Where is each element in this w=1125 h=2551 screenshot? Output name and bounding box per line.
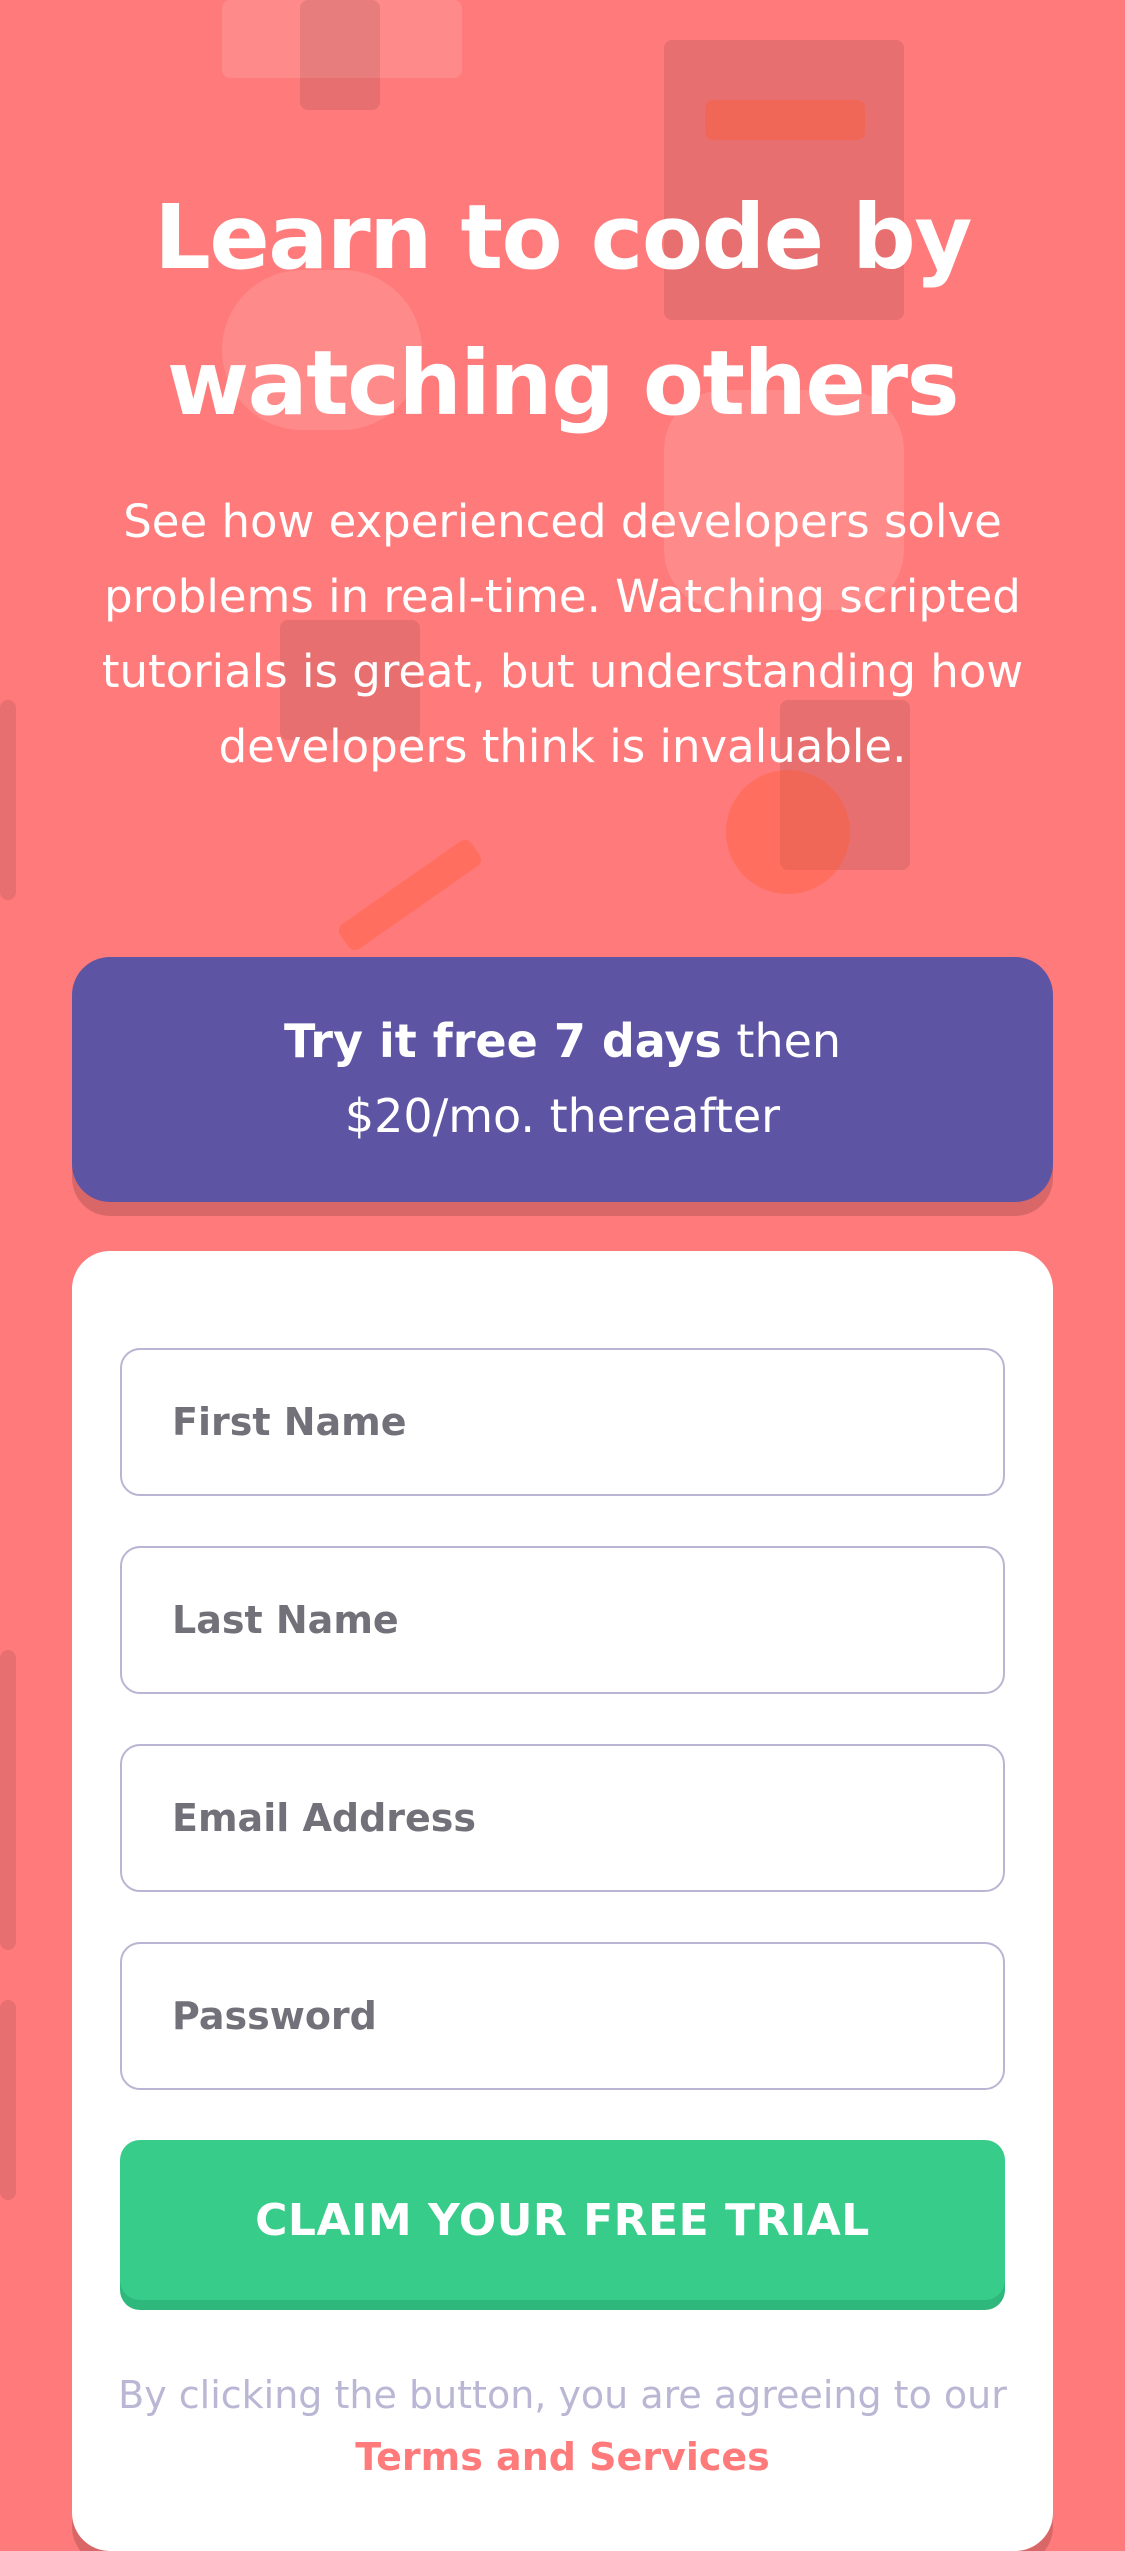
promo-bold-text: Try it free 7 days xyxy=(283,1014,722,1068)
page-title: Learn to code by watching others xyxy=(72,164,1053,456)
last-name-field[interactable] xyxy=(120,1546,1005,1694)
terms-prefix: By clicking the button, you are agreeing… xyxy=(118,2373,1007,2417)
password-field[interactable] xyxy=(120,1942,1005,2090)
terms-notice: By clicking the button, you are agreeing… xyxy=(72,2364,1053,2488)
headline-line-2: watching others xyxy=(166,331,960,435)
decor-shape xyxy=(222,0,462,78)
decor-pencil-icon xyxy=(335,836,485,954)
decor-shape xyxy=(0,2000,16,2200)
first-name-field[interactable] xyxy=(120,1348,1005,1496)
headline-line-1: Learn to code by xyxy=(154,185,972,289)
claim-free-trial-button[interactable]: CLAIM YOUR FREE TRIAL xyxy=(120,2140,1005,2300)
signup-form: CLAIM YOUR FREE TRIAL By clicking the bu… xyxy=(72,1251,1053,2551)
promo-price-text: $20/mo. thereafter xyxy=(344,1089,781,1143)
decor-gear-icon xyxy=(726,770,850,894)
promo-then-text: then xyxy=(721,1014,842,1068)
terms-link[interactable]: Terms and Services xyxy=(355,2435,770,2479)
decor-shape xyxy=(0,1650,16,1950)
decor-shape xyxy=(705,100,865,140)
decor-house-icon xyxy=(300,0,380,110)
decor-shape xyxy=(0,700,16,900)
email-field[interactable] xyxy=(120,1744,1005,1892)
promo-banner: Try it free 7 days then $20/mo. thereaft… xyxy=(72,957,1053,1202)
intro-text: See how experienced developers solve pro… xyxy=(101,495,1024,773)
